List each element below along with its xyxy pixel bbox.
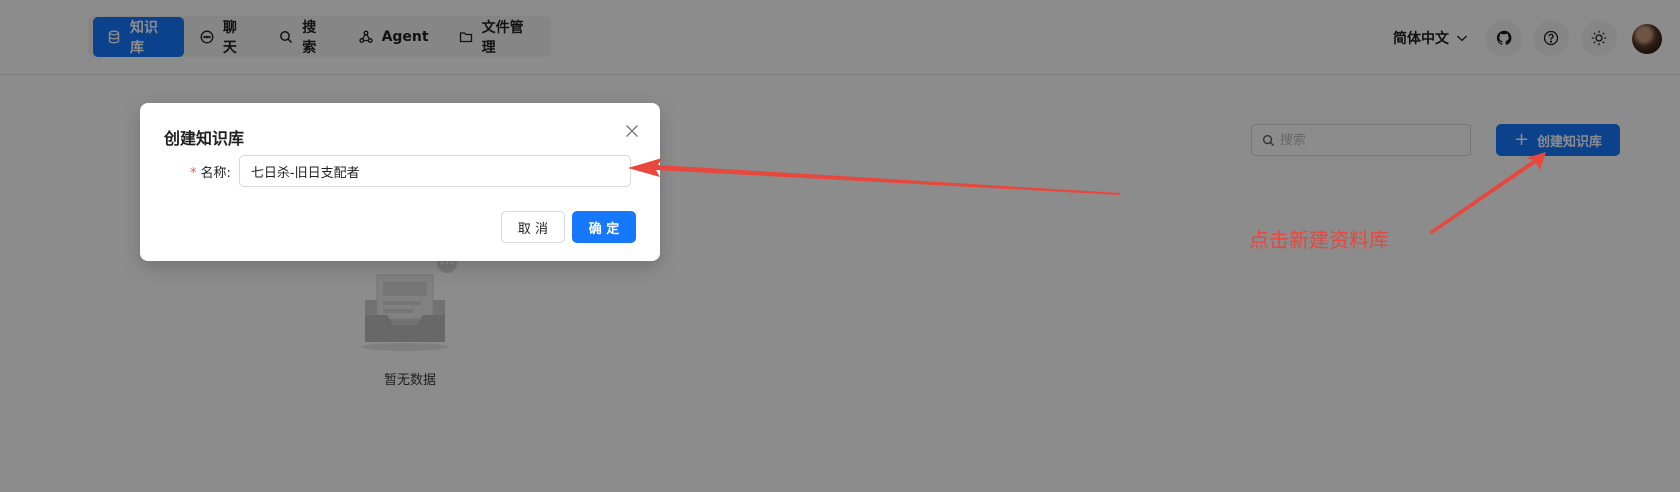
close-icon (624, 123, 640, 139)
name-form-row: * 名称: (190, 155, 631, 187)
create-knowledge-base-modal: 创建知识库 *名称: 取 消 确 定 (140, 103, 660, 261)
annotation-text: 点击新建资料库 (1249, 228, 1389, 252)
confirm-button[interactable]: 确 定 (572, 211, 636, 243)
name-input[interactable] (238, 155, 631, 187)
modal-title: 创建知识库 (164, 129, 245, 148)
required-mark: * (190, 165, 197, 181)
modal-close-button[interactable] (622, 121, 642, 141)
cancel-button[interactable]: 取 消 (501, 211, 565, 243)
name-label-text: 名称: (200, 165, 231, 181)
name-field-label: * 名称: (190, 162, 231, 181)
